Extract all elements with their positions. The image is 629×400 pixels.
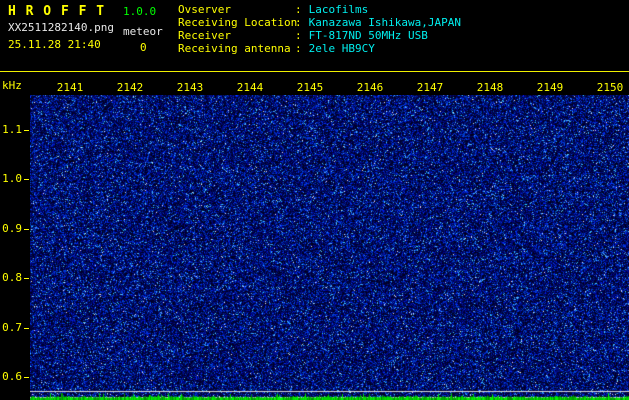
y-tick-mark bbox=[24, 229, 29, 230]
x-tick-label: 2148 bbox=[475, 82, 505, 94]
output-filename: XX2511282140.png bbox=[8, 22, 114, 34]
y-tick-label: 0.8 bbox=[0, 272, 22, 284]
info-label: Receiver bbox=[178, 30, 295, 42]
y-tick-label: 1.1 bbox=[0, 124, 22, 136]
app-title: H R O F F T bbox=[8, 4, 105, 19]
x-tick-label: 2141 bbox=[55, 82, 85, 94]
mode-label: meteor bbox=[123, 26, 163, 38]
x-tick-label: 2149 bbox=[535, 82, 565, 94]
x-tick-label: 2144 bbox=[235, 82, 265, 94]
x-tick-label: 2147 bbox=[415, 82, 445, 94]
station-info-row: Receiving antenna:2ele HB9CY bbox=[178, 43, 461, 56]
x-tick-label: 2143 bbox=[175, 82, 205, 94]
y-tick-label: 0.7 bbox=[0, 322, 22, 334]
spectrogram-canvas bbox=[30, 95, 629, 400]
x-tick-label: 2142 bbox=[115, 82, 145, 94]
info-label: Ovserver bbox=[178, 4, 295, 16]
y-tick-mark bbox=[24, 278, 29, 279]
info-label: Receiving Location bbox=[178, 17, 295, 29]
y-axis-unit: kHz bbox=[2, 80, 22, 92]
y-tick-mark bbox=[24, 179, 29, 180]
info-value: Kanazawa Ishikawa,JAPAN bbox=[309, 16, 461, 29]
x-tick-label: 2145 bbox=[295, 82, 325, 94]
info-colon: : bbox=[295, 16, 302, 29]
info-label: Receiving antenna bbox=[178, 43, 295, 55]
info-value: Lacofilms bbox=[309, 3, 369, 16]
datetime-label: 25.11.28 21:40 bbox=[8, 39, 101, 51]
app-version: 1.0.0 bbox=[123, 6, 156, 18]
y-tick-mark bbox=[24, 130, 29, 131]
info-colon: : bbox=[295, 3, 302, 16]
info-colon: : bbox=[295, 42, 302, 55]
y-tick-label: 0.9 bbox=[0, 223, 22, 235]
echo-count: 0 bbox=[140, 42, 147, 54]
station-info: Ovserver: Lacofilms Receiving Location: Ka… bbox=[178, 4, 461, 56]
hrofft-window: H R O F F T 1.0.0 XX2511282140.png meteo… bbox=[0, 0, 629, 400]
y-tick-label: 1.0 bbox=[0, 173, 22, 185]
header-separator bbox=[0, 71, 629, 72]
x-tick-label: 2146 bbox=[355, 82, 385, 94]
info-colon: : bbox=[295, 29, 302, 42]
y-tick-mark bbox=[24, 377, 29, 378]
y-tick-mark bbox=[24, 328, 29, 329]
info-value: FT-817ND 50MHz USB bbox=[309, 29, 428, 42]
info-value: 2ele HB9CY bbox=[309, 42, 375, 55]
x-tick-label: 2150 bbox=[595, 82, 625, 94]
y-tick-label: 0.6 bbox=[0, 371, 22, 383]
